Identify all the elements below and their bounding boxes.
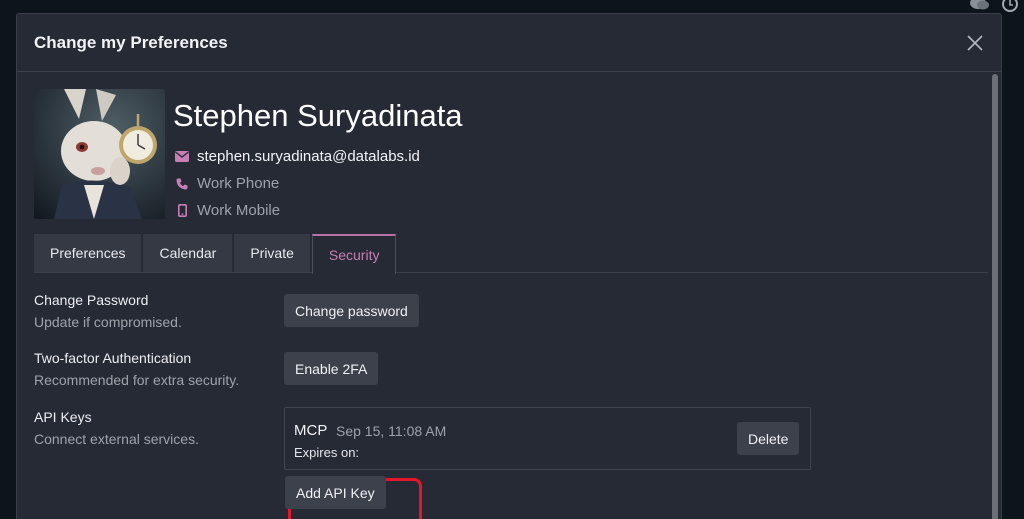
delete-api-key-button[interactable]: Delete [737,422,800,455]
tab-calendar[interactable]: Calendar [143,234,233,272]
close-icon [967,34,983,51]
close-button[interactable] [963,31,987,55]
scrollbar-thumb[interactable] [992,74,998,519]
dialog-title: Change my Preferences [34,32,228,52]
setting-description: Update if compromised. [34,314,182,330]
setting-description: Connect external services. [34,431,199,447]
email-row: stephen.suryadinata@datalabs.id [173,143,463,170]
tab-preferences[interactable]: Preferences [34,234,142,272]
api-key-expiry: Expires on: [294,445,360,460]
api-key-name: MCP [294,422,328,439]
work-mobile-text: Work Mobile [197,202,281,219]
avatar [34,89,165,219]
enable-2fa-button[interactable]: Enable 2FA [284,352,379,385]
dialog-scrollbar[interactable] [991,74,999,519]
profile-section: Stephen Suryadinata stephen.suryadinata@… [34,89,463,224]
clock-icon[interactable] [1002,0,1018,14]
setting-label: API Keys [34,409,92,425]
api-keys-setting: API Keys Connect external services. [34,408,199,448]
phone-icon [174,176,190,192]
setting-label: Change Password [34,292,149,308]
email-text[interactable]: stephen.suryadinata@datalabs.id [197,148,420,165]
work-phone-text: Work Phone [197,175,280,192]
change-password-setting: Change Password Update if compromised. [34,291,182,331]
add-api-key-button[interactable]: Add API Key [285,476,386,509]
setting-description: Recommended for extra security. [34,372,240,388]
tab-private[interactable]: Private [234,234,310,272]
tab-security[interactable]: Security [311,234,397,274]
two-factor-setting: Two-factor Authentication Recommended fo… [34,349,239,389]
envelope-icon [174,149,190,165]
preferences-tabs: Preferences Calendar Private Security [34,234,988,274]
profile-info: Stephen Suryadinata stephen.suryadinata@… [173,89,463,224]
preferences-dialog: Change my Preferences Stephen Suryadinat… [16,13,1002,519]
api-key-created: Sep 15, 11:08 AM [336,423,447,439]
dialog-header: Change my Preferences [17,14,1001,72]
api-key-item: MCP Sep 15, 11:08 AM Expires on: [284,407,811,470]
setting-label: Two-factor Authentication [34,350,192,366]
change-password-button[interactable]: Change password [284,294,419,327]
profile-name: Stephen Suryadinata [173,98,463,133]
top-bar-icons [970,0,1018,14]
work-phone-row: Work Phone [173,170,463,197]
mobile-icon [174,203,190,219]
comments-icon[interactable] [970,0,990,14]
work-mobile-row: Work Mobile [173,197,463,224]
